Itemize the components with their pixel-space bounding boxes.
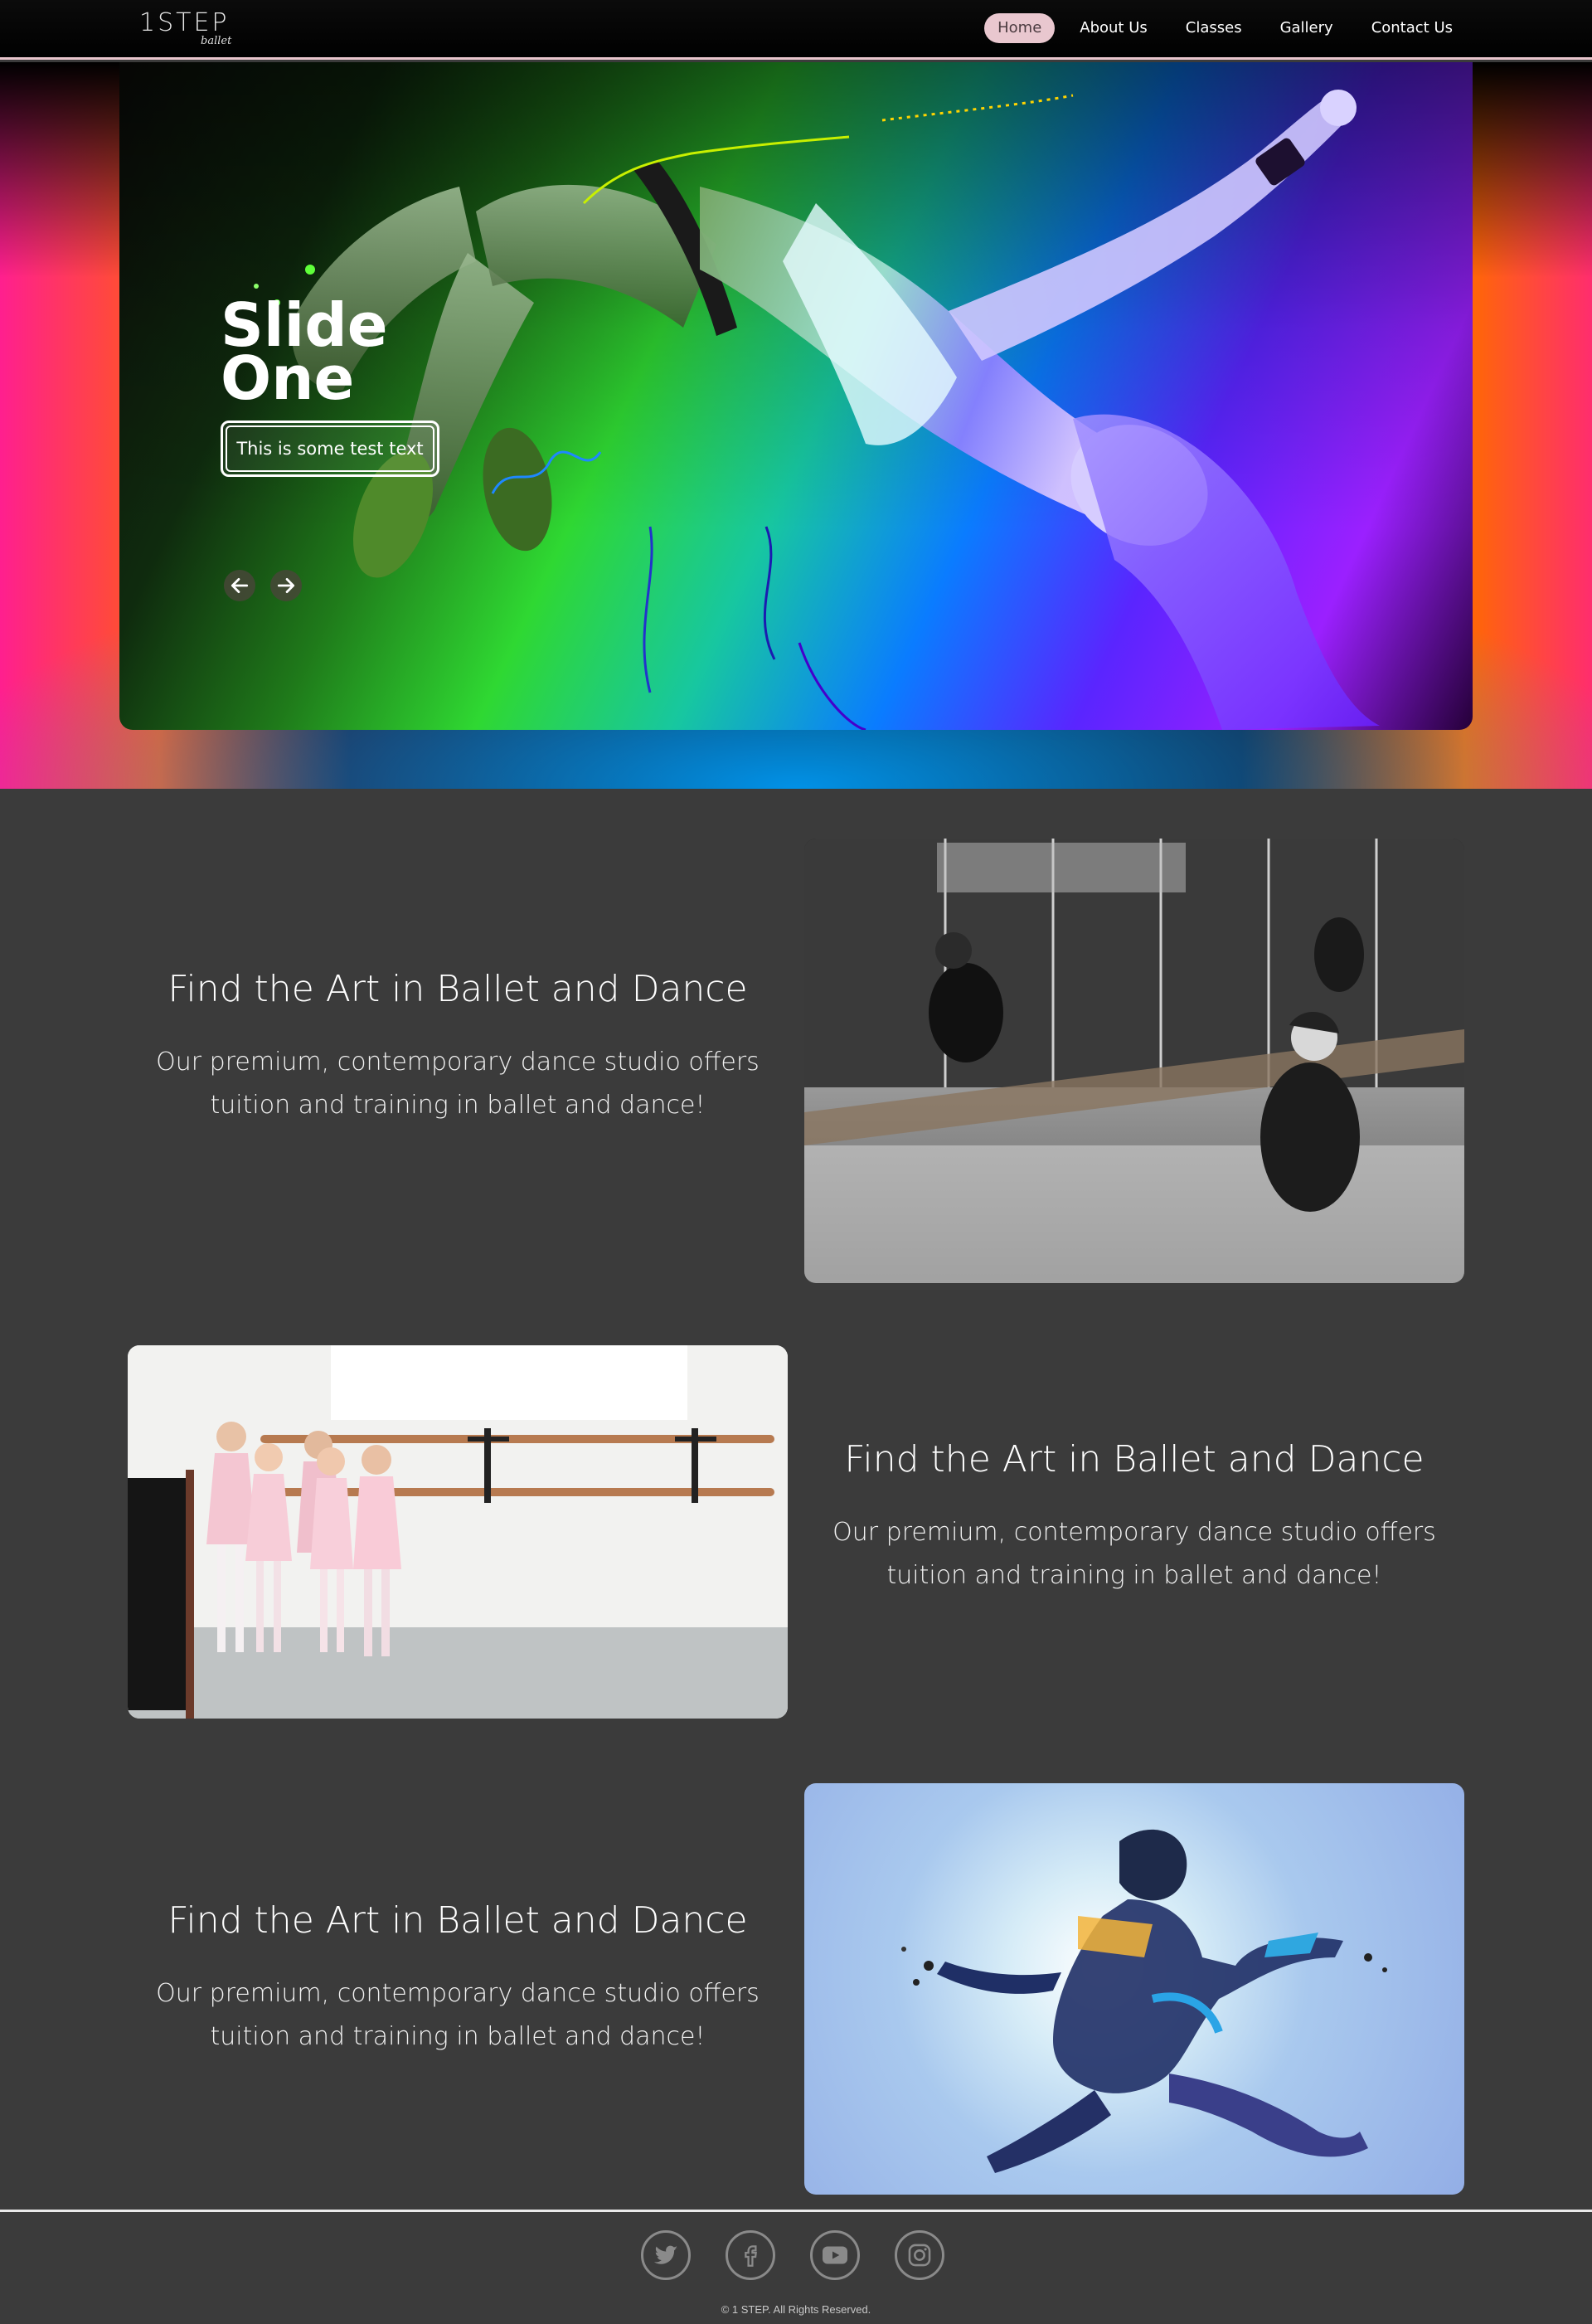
feature-description: Our premium, contemporary dance studio o… — [156, 1979, 760, 2051]
carousel-prev-button[interactable] — [224, 570, 255, 601]
feature-row-1: Find the Art in Ballet and Dance Our pre… — [0, 834, 1592, 1283]
feature-description: Our premium, contemporary dance studio o… — [156, 1048, 760, 1120]
carousel-slide: Slide One This is some test text — [119, 62, 1473, 730]
slide-title: Slide One — [221, 290, 388, 413]
feature-text-3: Find the Art in Ballet and Dance Our pre… — [126, 1898, 789, 2059]
instagram-icon — [908, 2244, 931, 2267]
top-navigation: 1STEP ballet Home About Us Classes Galle… — [0, 0, 1592, 60]
feature-row-2: Find the Art in Ballet and Dance Our pre… — [0, 1344, 1592, 1719]
main-menu: Home About Us Classes Gallery Contact Us — [973, 13, 1466, 43]
hero-carousel: Slide One This is some test text — [0, 62, 1592, 789]
arrow-right-icon — [277, 578, 295, 593]
copyright-text: © 1 STEP. All Rights Reserved. — [721, 2303, 871, 2316]
feature-title: Find the Art in Ballet and Dance — [167, 1899, 748, 1942]
nav-item-home[interactable]: Home — [984, 13, 1056, 43]
feature-text-2: Find the Art in Ballet and Dance Our pre… — [803, 1437, 1466, 1597]
facebook-link[interactable] — [726, 2230, 775, 2280]
young-ballerinas-at-barre-photo — [128, 1345, 788, 1719]
twitter-icon — [653, 2245, 678, 2264]
nav-item-about-us[interactable]: About Us — [1066, 13, 1161, 43]
youtube-icon — [823, 2246, 847, 2264]
nav-item-gallery[interactable]: Gallery — [1267, 13, 1347, 43]
feature-description: Our premium, contemporary dance studio o… — [832, 1518, 1436, 1590]
slide-cta-button[interactable]: This is some test text — [221, 421, 439, 477]
twitter-link[interactable] — [641, 2230, 691, 2280]
instagram-link[interactable] — [895, 2230, 944, 2280]
feature-title: Find the Art in Ballet and Dance — [844, 1438, 1425, 1480]
footer: © 1 STEP. All Rights Reserved. — [0, 2210, 1592, 2324]
nav-item-contact-us[interactable]: Contact Us — [1358, 13, 1466, 43]
abstract-dancer-leap-artwork — [804, 1783, 1464, 2195]
social-links — [641, 2230, 944, 2280]
feature-title: Find the Art in Ballet and Dance — [167, 968, 748, 1010]
logo[interactable]: 1STEP ballet — [139, 8, 239, 50]
carousel-next-button[interactable] — [270, 570, 302, 601]
youtube-link[interactable] — [810, 2230, 860, 2280]
feature-text-1: Find the Art in Ballet and Dance Our pre… — [126, 966, 789, 1127]
dancers-sitting-by-mirror-photo — [804, 839, 1464, 1283]
facebook-icon — [745, 2245, 757, 2267]
logo-tagline: ballet — [201, 35, 232, 47]
nav-item-classes[interactable]: Classes — [1172, 13, 1255, 43]
arrow-left-icon — [231, 578, 249, 593]
logo-name: 1STEP — [139, 8, 230, 37]
feature-row-3: Find the Art in Ballet and Dance Our pre… — [0, 1782, 1592, 2196]
